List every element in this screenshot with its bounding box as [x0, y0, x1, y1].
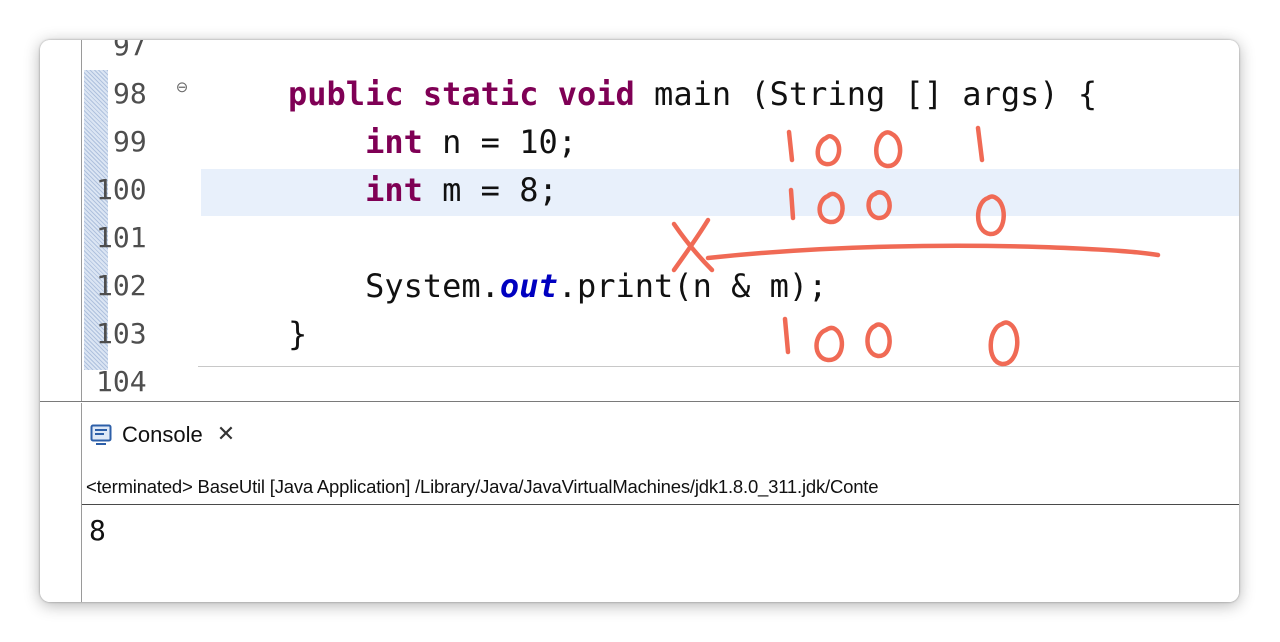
tab-console[interactable]: Console ✕: [90, 417, 235, 453]
digit-zero: [866, 190, 892, 221]
digit-zero: [874, 130, 903, 169]
annotation-row-2: [788, 187, 1006, 237]
close-icon[interactable]: ✕: [217, 417, 235, 453]
console-output[interactable]: 8: [89, 509, 106, 553]
digit-zero: [814, 325, 845, 363]
digit-one: [788, 187, 796, 221]
ide-window: 97 98 ⊖ public static void main (String [] …: [40, 40, 1239, 602]
annotation-row-1: [786, 125, 985, 169]
annotation-underline: [705, 243, 1161, 261]
code-editor[interactable]: 97 98 ⊖ public static void main (String [] …: [40, 40, 1239, 402]
console-view: Console ✕ <terminated> BaseUtil [Java Ap…: [40, 403, 1239, 602]
digit-zero: [865, 322, 892, 359]
digit-one: [786, 129, 795, 163]
console-monitor-icon: [90, 424, 112, 445]
digit-one: [975, 125, 985, 163]
digit-zero: [988, 320, 1020, 367]
annotation-result: [782, 316, 1020, 367]
digit-zero: [815, 133, 842, 167]
annotation-operator-x: [671, 217, 715, 273]
editor-bottom-border: [40, 401, 1239, 402]
console-separator: [82, 504, 1239, 505]
console-status-line: <terminated> BaseUtil [Java Application]…: [86, 476, 879, 497]
console-left-border: [81, 403, 82, 602]
digit-one: [782, 316, 791, 355]
digit-zero: [975, 194, 1006, 237]
console-tab-label: Console: [122, 422, 203, 447]
digit-zero: [817, 191, 845, 225]
handwritten-annotations: 1001: [671, 125, 1161, 367]
